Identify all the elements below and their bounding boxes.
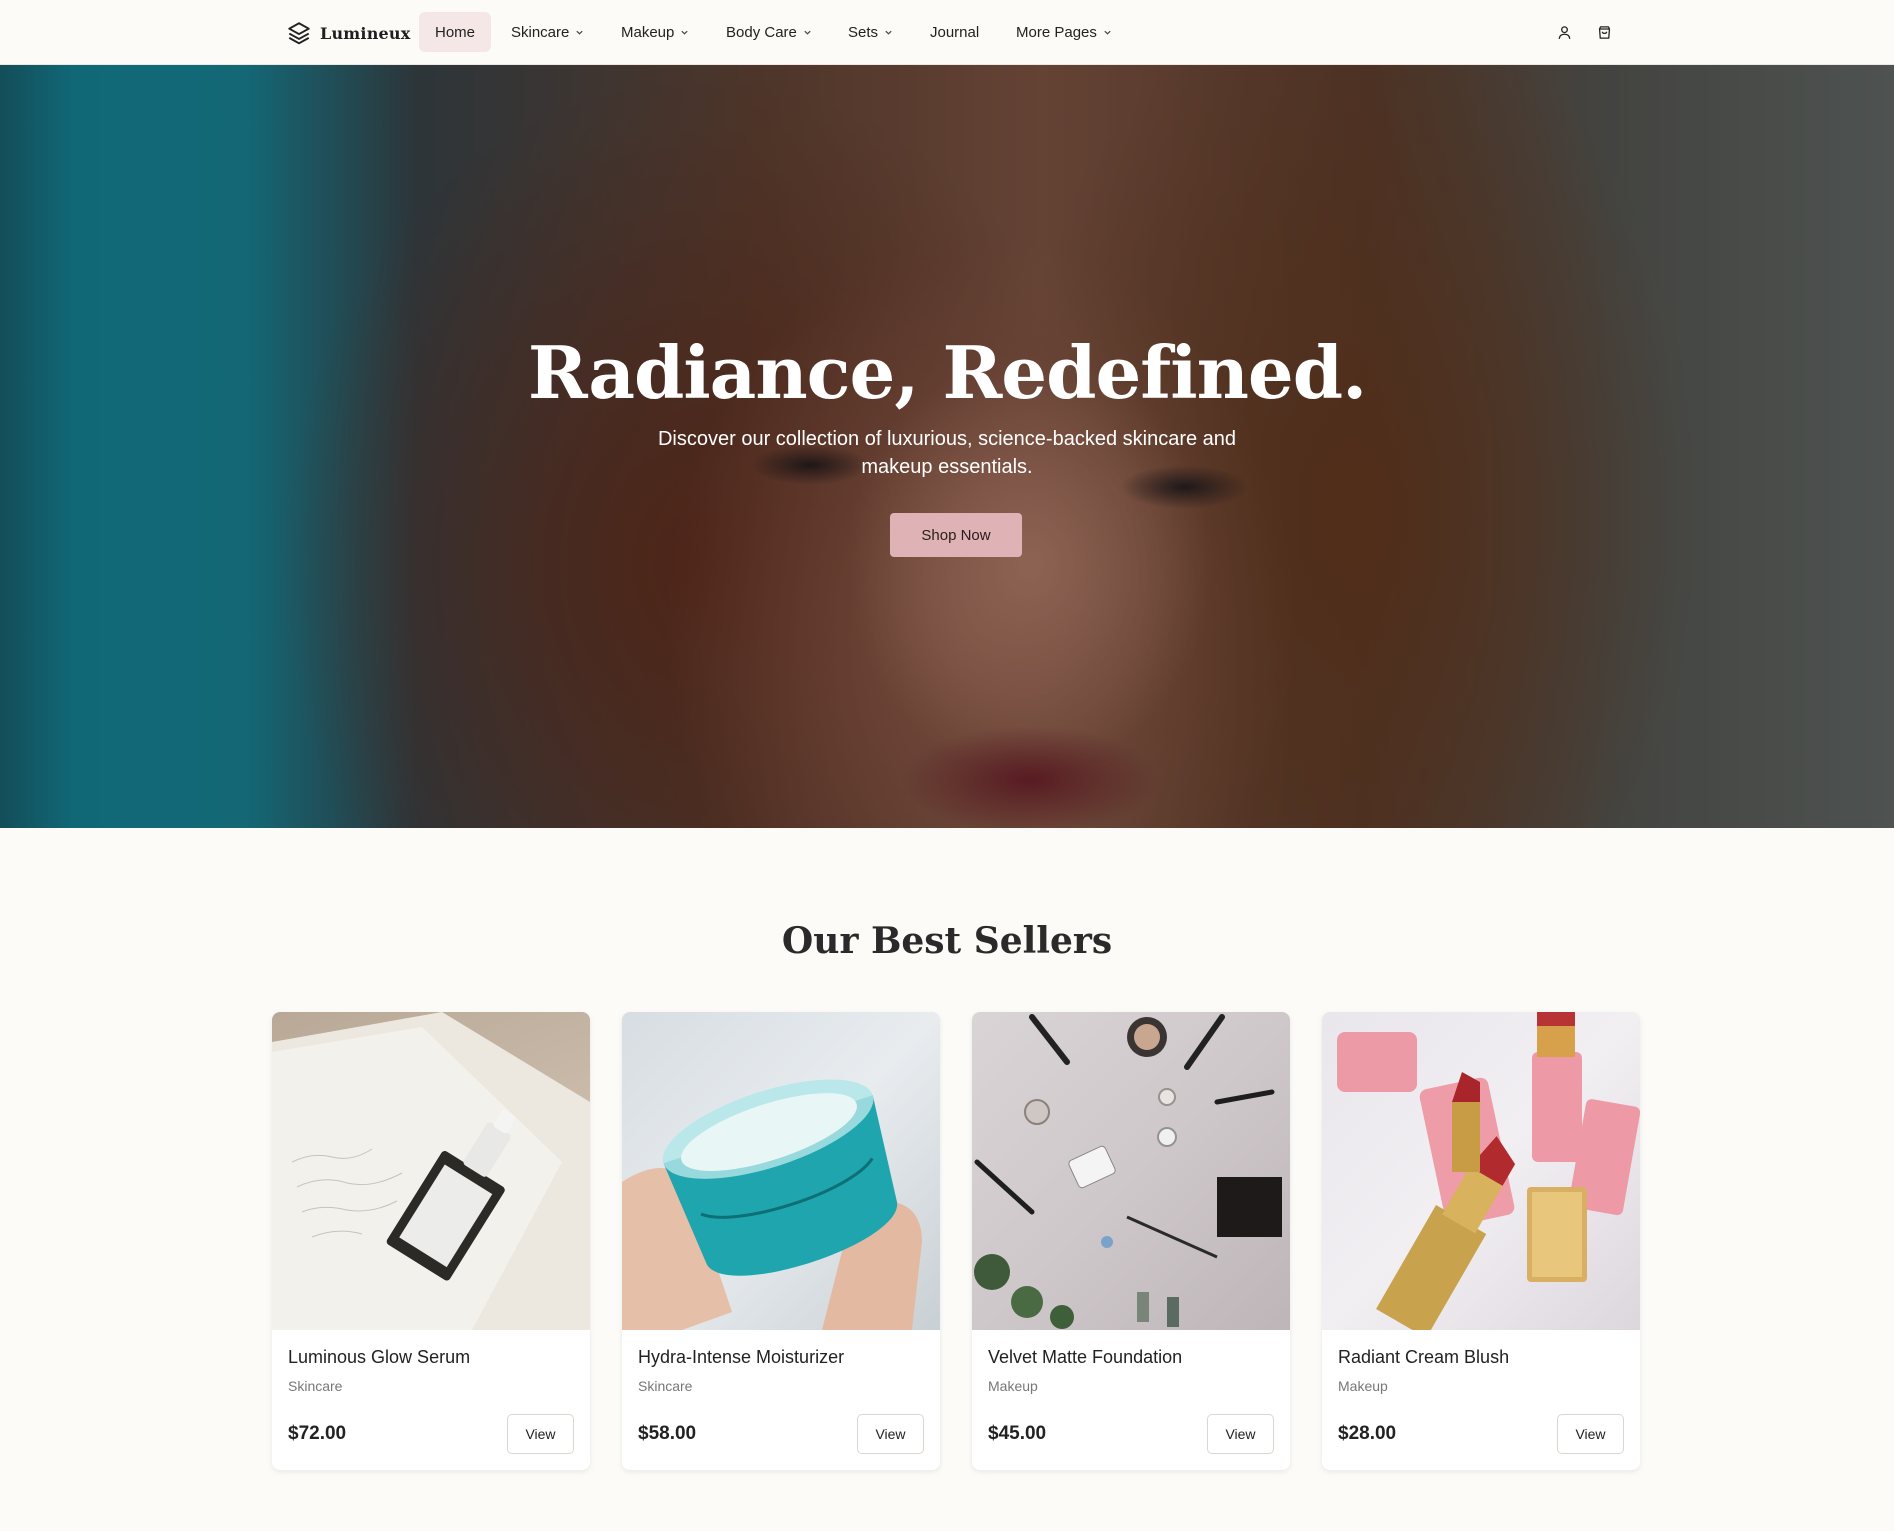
product-card[interactable]: Radiant Cream Blush Makeup $28.00 View <box>1322 1012 1640 1470</box>
nav-item-sets[interactable]: Sets <box>848 12 893 52</box>
top-navbar: Lumineux Home Skincare Makeup Body Care … <box>0 0 1894 65</box>
product-category: Makeup <box>988 1378 1038 1394</box>
nav-item-skincare[interactable]: Skincare <box>511 12 584 52</box>
hero-banner: Radiance, Redefined. Discover our collec… <box>0 65 1894 828</box>
nav-item-label: Body Care <box>726 23 797 41</box>
makeup-flatlay-illustration <box>974 1014 1282 1329</box>
nav-item-label: Makeup <box>621 23 675 41</box>
view-product-button[interactable]: View <box>1557 1414 1624 1454</box>
view-product-button[interactable]: View <box>1207 1414 1274 1454</box>
nav-item-label: Sets <box>848 23 879 41</box>
layers-icon <box>288 22 310 45</box>
view-product-button[interactable]: View <box>507 1414 574 1454</box>
product-image[interactable] <box>972 1012 1290 1330</box>
chevron-down-icon <box>1104 30 1111 35</box>
product-name[interactable]: Hydra-Intense Moisturizer <box>638 1347 844 1368</box>
chevron-down-icon <box>804 30 811 35</box>
chevron-down-icon <box>681 30 688 35</box>
product-card[interactable]: Luminous Glow Serum Skincare $72.00 View <box>272 1012 590 1470</box>
cart-button[interactable] <box>1593 21 1615 43</box>
nav-item-more-pages[interactable]: More Pages <box>1016 12 1112 52</box>
nav-item-label: More Pages <box>1016 23 1097 41</box>
product-image[interactable] <box>622 1012 940 1330</box>
blush-lipstick-illustration <box>1337 1012 1640 1330</box>
product-category: Skincare <box>288 1378 343 1394</box>
nav-item-label: Skincare <box>511 23 570 41</box>
nav-item-home[interactable]: Home <box>419 12 492 52</box>
product-price: $72.00 <box>288 1423 347 1444</box>
serum-bottle-illustration <box>272 1012 590 1330</box>
brand-name: Lumineux <box>320 23 411 43</box>
chevron-down-icon <box>885 30 892 35</box>
product-category: Skincare <box>638 1378 693 1394</box>
shop-now-button[interactable]: Shop Now <box>890 513 1022 557</box>
cart-icon <box>1598 25 1610 39</box>
chevron-down-icon <box>576 30 583 35</box>
hero-title: Radiance, Redefined. <box>527 330 1367 415</box>
view-product-button[interactable]: View <box>857 1414 924 1454</box>
nav-item-label: Journal <box>930 23 980 41</box>
product-price: $45.00 <box>988 1423 1047 1444</box>
hero-subtitle: Discover our collection of luxurious, sc… <box>657 428 1237 478</box>
brand-logo[interactable]: Lumineux <box>286 18 410 48</box>
product-card[interactable]: Hydra-Intense Moisturizer Skincare $58.0… <box>622 1012 940 1470</box>
product-category: Makeup <box>1338 1378 1388 1394</box>
nav-item-body-care[interactable]: Body Care <box>726 12 812 52</box>
product-image[interactable] <box>1322 1012 1640 1330</box>
nav-item-label: Home <box>435 23 476 41</box>
nav-item-journal[interactable]: Journal <box>930 12 979 52</box>
product-name[interactable]: Radiant Cream Blush <box>1338 1347 1509 1368</box>
hero-content: Radiance, Redefined. Discover our collec… <box>0 65 1894 828</box>
product-card[interactable]: Velvet Matte Foundation Makeup $45.00 Vi… <box>972 1012 1290 1470</box>
best-sellers-title: Our Best Sellers <box>781 920 1113 962</box>
product-price: $28.00 <box>1338 1423 1397 1444</box>
moisturizer-jar-illustration <box>622 1079 922 1330</box>
account-button[interactable] <box>1553 21 1575 43</box>
product-name[interactable]: Velvet Matte Foundation <box>988 1347 1182 1368</box>
nav-item-makeup[interactable]: Makeup <box>621 12 689 52</box>
user-icon <box>1558 25 1570 39</box>
product-name[interactable]: Luminous Glow Serum <box>288 1347 470 1368</box>
product-price: $58.00 <box>638 1423 697 1444</box>
product-image[interactable] <box>272 1012 590 1330</box>
